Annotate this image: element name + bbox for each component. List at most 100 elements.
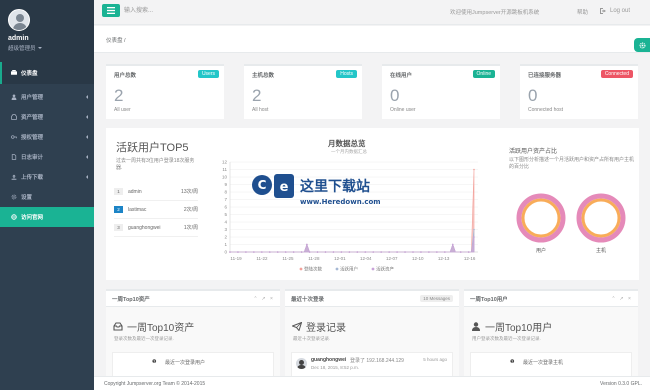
footer-version: Version 0.3.0 GPL. [600,381,642,387]
file-icon [11,154,17,160]
stat-value: 0 [390,86,400,105]
sidebar-item-settings[interactable]: 设置 [0,187,94,207]
donut-label: 主机 [596,247,606,254]
users-icon [11,94,17,100]
sidebar-nav: 仪表盘 用户管理 资产管理 授权管理 日志审计 上传下载 设置 访问官网 [0,62,94,227]
top5-list: 1 admin 13次/周 2 lastimac 2次/周 3 guanghon… [114,183,198,237]
stat-card-connected: 已连接服务器 Connected 0 Connected host [520,64,638,119]
chevron-left-icon [86,135,88,139]
sidebar-item-website[interactable]: 访问官网 [0,207,94,227]
svg-text:e: e [280,180,289,195]
sidebar-item-dashboard[interactable]: 仪表盘 [0,62,94,84]
data-point [364,251,367,253]
stat-title: 主机总数 [252,73,275,79]
collapse-icon[interactable]: ⌃ [611,296,616,302]
wrench-icon[interactable]: ↗ [619,296,624,302]
rank-badge: 3 [114,224,123,231]
sidebar-item-permissions[interactable]: 授权管理 [0,127,94,147]
stat-title: 已连接服务器 [528,73,562,79]
donut-value-arc [581,198,621,238]
y-tick-label: 6 [224,205,227,210]
legend-label: 登陆次数 [304,266,322,273]
login-count: 1次/周 [183,225,198,231]
avatar[interactable] [8,9,30,31]
y-tick-label: 3 [224,227,227,232]
breadcrumb[interactable]: 仪表盘 / [106,36,126,44]
stat-title: 在线用户 [390,73,413,79]
legend-label: 活跃用户 [340,266,358,273]
watermark-title: 这里下载站 [300,178,370,195]
globe-icon [11,214,17,220]
y-tick-label: 7 [224,197,227,202]
panel-note: 最近十次登录记录. [293,336,331,341]
rank-badge: 1 [114,188,123,195]
collapse-icon[interactable]: ⌃ [253,296,258,302]
ratio-title: 活跃用户资产占比 [509,149,558,155]
list-item: 2 lastimac 2次/周 [114,201,198,219]
wrench-icon[interactable]: ↗ [261,296,266,302]
profile-block: admin 超级管理员 [0,0,94,62]
info-icon: ❶ [152,359,157,365]
data-point [396,251,398,253]
donut-track [576,193,626,243]
data-point [340,251,343,253]
profile-name[interactable]: admin [8,35,86,42]
legend-label: 活跃资产 [376,266,394,273]
panel-tools: ⌃ ↗ × [253,296,274,302]
stat-card-online: 在线用户 Online 0 Online user [382,64,500,119]
close-icon[interactable]: × [627,296,632,302]
donut-value-arc [521,198,561,238]
stat-value: 2 [114,86,124,105]
sidebar: admin 超级管理员 仪表盘 用户管理 资产管理 授权管理 日志审计 上传下载… [0,0,94,390]
sidebar-item-audit[interactable]: 日志审计 [0,147,94,167]
y-tick-label: 5 [224,212,227,217]
stat-subtitle: All user [114,107,131,113]
panel-title-text: 登录记录 [306,323,346,334]
sidebar-item-label: 访问官网 [21,215,44,221]
panel-top10-assets: 一周Top10资产 ⌃ ↗ × 一周Top10资产 登录次数及最近一次登录记录.… [106,289,280,390]
data-point [404,251,406,253]
legend-marker [335,267,339,271]
hamburger-icon [107,7,115,14]
avatar [296,358,307,369]
login-count: 2次/周 [183,207,198,213]
search-input[interactable] [124,5,324,17]
profile-role[interactable]: 超级管理员 [8,44,86,52]
gear-icon [11,194,17,200]
sidebar-item-users[interactable]: 用户管理 [0,87,94,107]
close-icon[interactable]: × [269,296,274,302]
stat-badge: Online [472,70,495,78]
help-link[interactable]: 帮助 [577,8,588,16]
sidebar-item-transfer[interactable]: 上传下载 [0,167,94,187]
data-point [324,251,327,253]
list-item: 1 admin 13次/周 [114,183,198,201]
stat-badge: Users [197,70,219,78]
x-tick-label: 11-22 [256,256,268,261]
y-tick-label: 9 [224,182,227,187]
y-tick-label: 8 [224,190,227,195]
sidebar-item-assets[interactable]: 资产管理 [0,107,94,127]
x-tick-label: 11-25 [282,256,294,261]
data-point [229,251,231,253]
login-date: Dec 18, 2015, 8:52 p.m. [311,365,360,370]
chevron-left-icon [86,95,88,99]
stat-badge: Connected [600,70,633,78]
data-point [428,251,430,253]
y-tick-label: 11 [222,167,227,172]
stat-value: 0 [528,86,538,105]
panel-header: 最近十次登录 10 Messages [285,291,459,307]
panel-heading: 一周Top10用户 [470,296,508,303]
top5-title: 活跃用户TOP5 [116,142,189,154]
settings-tab-button[interactable] [634,38,650,52]
logout-link[interactable]: Log out [600,8,630,14]
sidebar-item-label: 日志审计 [21,155,44,161]
menu-toggle-button[interactable] [102,4,120,17]
x-tick-label: 12-01 [334,256,346,261]
key-icon [11,134,17,140]
paper-plane-icon [292,322,302,331]
panel-note: 登录次数及最近一次登录记录. [114,336,174,341]
data-point [332,251,335,253]
user-icon [472,322,480,331]
login-count: 13次/周 [181,189,198,195]
data-point [300,251,303,253]
